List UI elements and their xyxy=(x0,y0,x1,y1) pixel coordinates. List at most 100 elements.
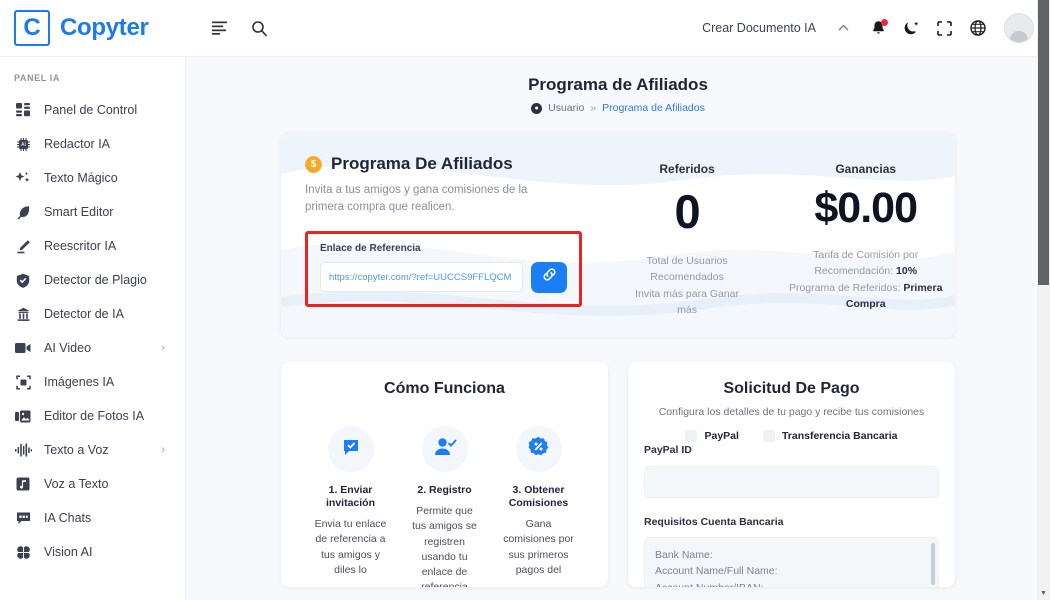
brand[interactable]: C Copyter xyxy=(0,10,186,46)
step-description: Envia tu enlace de referencia a tus amig… xyxy=(314,518,387,576)
referral-link-section: Enlace de Referencia https://copyter.com… xyxy=(305,230,582,307)
hero-subtitle: Invita a tus amigos y gana comisiones de… xyxy=(305,184,528,214)
referral-link-label: Enlace de Referencia xyxy=(320,242,421,254)
sidebar-item-label: Texto a Voz xyxy=(44,443,109,457)
step-1: 1. Enviar invitación Envia tu enlace de … xyxy=(315,426,387,587)
payment-method-paypal[interactable]: PayPal xyxy=(685,430,739,442)
scroll-down-arrow[interactable]: ▼ xyxy=(1037,587,1050,600)
radio-icon[interactable] xyxy=(685,430,698,442)
sidebar-item-label: Voz a Texto xyxy=(44,477,109,491)
sidebar-item-arrow[interactable]: › xyxy=(161,444,173,456)
referral-link-input[interactable]: https://copyter.com/?ref=UUCCS9FFLQCM xyxy=(320,262,523,292)
svg-text:AI: AI xyxy=(21,142,26,148)
paypal-id-label: PayPal ID xyxy=(644,444,692,456)
hero-stats: Referidos 0 Total de Usuarios Recomendad… xyxy=(598,132,955,337)
search-icon[interactable] xyxy=(251,20,268,37)
sidebar-item-detector-de-plagio[interactable]: Detector de Plagio xyxy=(0,263,185,297)
step-title: 3. Obtener Comisiones xyxy=(508,484,569,510)
step-description: Permite que tus amigos se registren usan… xyxy=(412,505,477,587)
create-document-button[interactable]: Crear Documento IA xyxy=(702,21,816,35)
stat-referidos: Referidos 0 Total de Usuarios Recomendad… xyxy=(598,162,777,337)
moon-icon[interactable] xyxy=(904,20,919,36)
how-it-works-title: Cómo Funciona xyxy=(384,380,505,397)
feather-icon xyxy=(14,203,32,221)
fullscreen-icon[interactable] xyxy=(937,20,952,36)
sidebar-item-vision-ai[interactable]: Vision AI xyxy=(0,535,185,569)
sidebar-item-label: Vision AI xyxy=(44,545,93,559)
page-scrollbar[interactable]: ▲ ▼ xyxy=(1037,0,1050,600)
payment-method-bank-transfer[interactable]: Transferencia Bancaria xyxy=(762,430,898,442)
sidebar-item-voz-a-texto[interactable]: Voz a Texto xyxy=(0,467,185,501)
paypal-id-input[interactable] xyxy=(644,466,939,498)
referral-link-row: https://copyter.com/?ref=UUCCS9FFLQCM xyxy=(320,261,567,293)
sidebar-item-reescritor-ia[interactable]: Reescritor IA xyxy=(0,229,185,263)
sidebar-item-arrow[interactable]: › xyxy=(161,342,173,354)
step-2: 2. Registro Permite que tus amigos se re… xyxy=(409,426,481,587)
payment-request-card: Solicitud De Pago Configura los detalles… xyxy=(628,362,955,587)
sidebar-item-panel-de-control[interactable]: Panel de Control xyxy=(0,93,185,127)
sidebar-item-label: AI Video xyxy=(44,341,92,355)
copy-link-button[interactable] xyxy=(531,261,567,293)
textarea-scrollbar[interactable] xyxy=(931,543,935,585)
how-it-works-card: Cómo Funciona 1. Enviar invitación Envia… xyxy=(281,362,608,587)
avatar[interactable] xyxy=(1004,13,1034,43)
sidebar-item-redactor-ia[interactable]: AI Redactor IA xyxy=(0,127,185,161)
sidebar-item-texto-a-voz[interactable]: Texto a Voz › xyxy=(0,433,185,467)
bank-requirements-textarea[interactable]: Bank Name: Account Name/Full Name: Accou… xyxy=(644,537,939,587)
music-note-icon xyxy=(14,475,32,493)
chip-icon: AI xyxy=(14,135,32,153)
sidebar-section-label: PANEL IA xyxy=(14,73,60,83)
user-circle-icon: ● xyxy=(531,102,543,114)
hero-left: $ Programa De Afiliados Invita a tus ami… xyxy=(281,132,598,337)
menu-icon[interactable] xyxy=(212,21,229,35)
sidebar-item-label: Imágenes IA xyxy=(44,375,115,389)
bell-icon[interactable] xyxy=(871,19,888,36)
page-title: Programa de Afiliados xyxy=(528,75,708,94)
stat-note-label: Recomendación: xyxy=(814,265,897,278)
chevron-up-icon[interactable] xyxy=(834,22,853,34)
stat-value: 0 xyxy=(674,185,701,238)
how-it-works-steps: 1. Enviar invitación Envia tu enlace de … xyxy=(297,426,592,587)
sidebar-item-ai-video[interactable]: AI Video › xyxy=(0,331,185,365)
notification-badge xyxy=(881,19,888,26)
robot-icon xyxy=(14,305,32,323)
brain-icon xyxy=(14,543,32,561)
scrollbar-thumb[interactable] xyxy=(1038,0,1049,285)
step-icon-circle xyxy=(421,426,468,472)
sidebar-item-editor-de-fotos-ia[interactable]: Editor de Fotos IA xyxy=(0,399,185,433)
sidebar-item-label: Smart Editor xyxy=(44,205,114,219)
body-row: PANEL IA Panel de Control AI Redactor IA… xyxy=(0,57,1050,600)
sidebar-item-label: Detector de IA xyxy=(44,307,124,321)
step-icon-circle xyxy=(327,426,374,472)
user-check-icon xyxy=(433,436,457,463)
sidebar-item-ia-chats[interactable]: IA Chats xyxy=(0,501,185,535)
sidebar-item-label: Texto Mágico xyxy=(44,171,118,185)
sidebar-item-imagenes-ia[interactable]: Imágenes IA xyxy=(0,365,185,399)
image-frame-icon xyxy=(14,373,32,391)
avatar-figure xyxy=(1005,14,1033,42)
commission-rate: 10% xyxy=(896,265,918,278)
sidebar-item-detector-de-ia[interactable]: Detector de IA xyxy=(0,297,185,331)
sidebar-item-label: Detector de Plagio xyxy=(44,273,147,287)
sidebar-item-label: Reescritor IA xyxy=(44,239,117,253)
sidebar-item-smart-editor[interactable]: Smart Editor xyxy=(0,195,185,229)
stat-note: Tarifa de Comisión por Recomendación: 10… xyxy=(784,247,947,312)
radio-icon[interactable] xyxy=(762,430,775,442)
globe-icon[interactable] xyxy=(970,20,986,36)
sidebar-item-texto-magico[interactable]: Texto Mágico xyxy=(0,161,185,195)
dashboard-icon xyxy=(14,101,32,119)
step-description: Gana comisiones por sus primeros pagos d… xyxy=(503,518,574,576)
topbar-left-icons xyxy=(212,20,268,37)
step-icon-circle xyxy=(515,426,562,472)
breadcrumb: ● Usuario » Programa de Afiliados xyxy=(186,102,1050,114)
breadcrumb-root[interactable]: Usuario xyxy=(548,102,584,114)
affiliate-hero-card: $ Programa De Afiliados Invita a tus ami… xyxy=(281,132,955,337)
sidebar: PANEL IA Panel de Control AI Redactor IA… xyxy=(0,57,186,600)
stat-note: Total de Usuarios Recomendados Invita má… xyxy=(606,253,769,318)
main-content: Programa de Afiliados ● Usuario » Progra… xyxy=(186,57,1050,600)
top-bar: C Copyter Crear Documento IA xyxy=(0,0,1050,57)
video-icon xyxy=(14,339,32,357)
lower-cards: Cómo Funciona 1. Enviar invitación Envia… xyxy=(281,362,955,587)
step-title: 1. Enviar invitación xyxy=(325,484,375,510)
breadcrumb-current[interactable]: Programa de Afiliados xyxy=(602,102,705,114)
